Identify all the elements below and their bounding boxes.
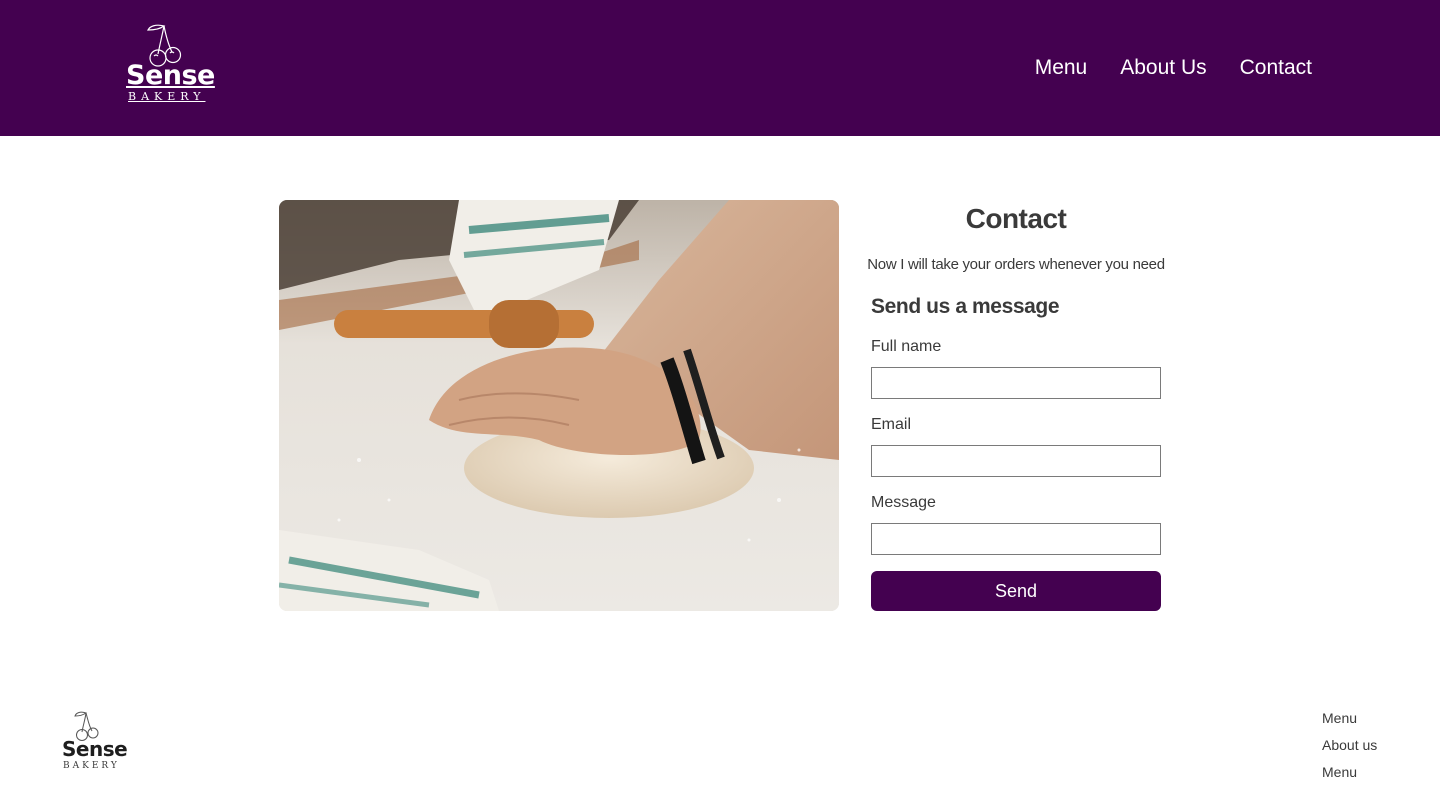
full-name-input[interactable] (871, 367, 1161, 399)
site-header: Sense BAKERY Menu About Us Contact (0, 0, 1440, 136)
contact-title: Contact (965, 203, 1067, 234)
nav-item-menu[interactable]: Menu (1035, 54, 1088, 82)
brand-tagline: BAKERY (128, 90, 206, 103)
footer-link-menu-2[interactable]: Menu (1322, 759, 1377, 786)
footer-link-about-us[interactable]: About us (1322, 732, 1377, 759)
nav-item-contact[interactable]: Contact (1240, 54, 1312, 82)
message-input[interactable] (871, 523, 1161, 555)
brand-name: Sense (126, 60, 215, 91)
brand-logo[interactable]: Sense BAKERY (126, 22, 215, 114)
footer-nav: Menu About us Menu (1322, 705, 1377, 786)
nav-item-about-us[interactable]: About Us (1120, 54, 1206, 82)
footer-brand-name: Sense (62, 737, 128, 761)
dough-kneading-photo (279, 200, 839, 611)
message-label: Message (871, 494, 936, 511)
footer-link-menu[interactable]: Menu (1322, 705, 1377, 732)
contact-subtitle: Now I will take your orders whenever you… (867, 256, 1165, 273)
send-button[interactable]: Send (871, 571, 1161, 611)
email-label: Email (871, 416, 912, 433)
footer-logo[interactable]: Sense BAKERY (62, 710, 128, 780)
email-input[interactable] (871, 445, 1161, 477)
main-nav: Menu About Us Contact (1035, 54, 1312, 82)
footer-brand-tagline: BAKERY (63, 761, 120, 771)
full-name-label: Full name (871, 338, 942, 355)
form-title: Send us a message (871, 295, 1060, 318)
